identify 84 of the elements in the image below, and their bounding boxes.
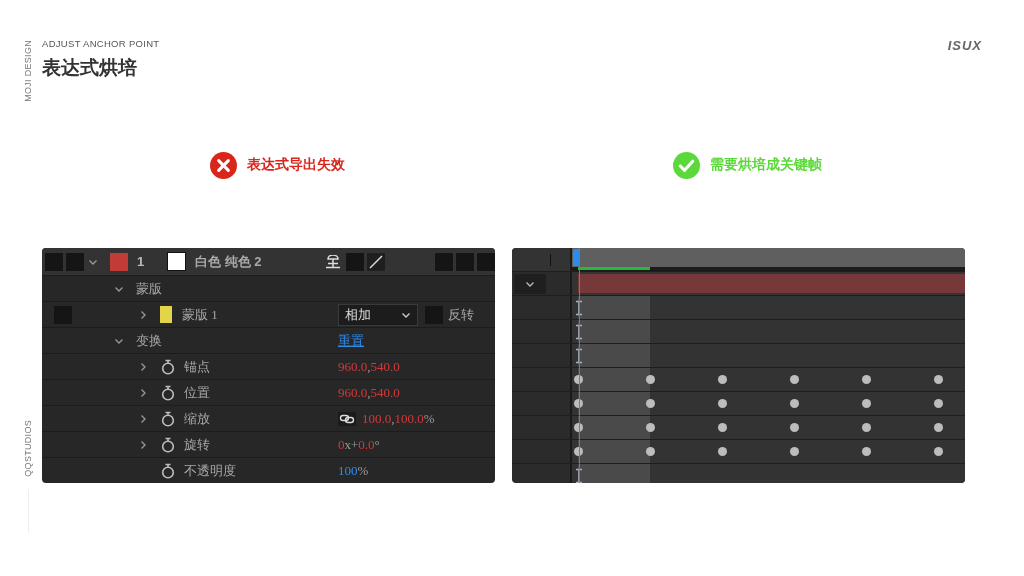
keyframe[interactable] [934, 447, 943, 456]
cached-region [578, 416, 650, 439]
keyframe[interactable] [862, 423, 871, 432]
static-value-icon [575, 348, 583, 364]
vertical-label: MOJI DESIGN [23, 40, 33, 102]
label-color-swatch[interactable] [110, 252, 129, 271]
layer-name[interactable]: 白色 纯色 2 [195, 252, 262, 271]
switch-icon[interactable] [435, 252, 453, 271]
switch-icon[interactable] [346, 252, 364, 271]
cached-region [578, 344, 650, 367]
property-name: 不透明度 [184, 461, 236, 480]
keyframe[interactable] [646, 423, 655, 432]
invert-label: 反转 [448, 305, 474, 324]
property-name: 位置 [184, 383, 210, 402]
cached-region [578, 440, 650, 463]
keyframe[interactable] [646, 447, 655, 456]
group-name: 蒙版 [136, 279, 162, 298]
keyframe[interactable] [790, 423, 799, 432]
switch-icon[interactable] [45, 252, 63, 271]
static-value-icon [575, 324, 583, 340]
reset-link[interactable]: 重置 [338, 331, 364, 350]
static-value-icon [575, 468, 583, 483]
chevron-right-icon[interactable] [138, 413, 148, 424]
property-name: 缩放 [184, 409, 210, 428]
cached-region [578, 320, 650, 343]
switch-icon[interactable] [66, 252, 84, 271]
chevron-right-icon[interactable] [138, 439, 148, 450]
keyframe[interactable] [862, 375, 871, 384]
switch-icon[interactable] [477, 252, 495, 271]
property-value[interactable]: 0x+0.0° [338, 436, 380, 453]
error-icon [209, 151, 237, 179]
keyframe[interactable] [646, 399, 655, 408]
property-value[interactable]: 100% [338, 462, 369, 479]
cached-region [578, 296, 650, 319]
slash-switch-icon[interactable] [367, 252, 385, 271]
static-value-icon [575, 300, 583, 316]
property-value[interactable]: 960.0,540.0 [338, 384, 400, 401]
caption: 需要烘培成关键帧 [709, 156, 822, 174]
keyframe[interactable] [718, 399, 727, 408]
keyframe[interactable] [646, 375, 655, 384]
stopwatch-icon[interactable] [160, 410, 176, 427]
time-ruler[interactable] [572, 248, 965, 271]
keyframe[interactable] [718, 447, 727, 456]
keyframe[interactable] [934, 423, 943, 432]
stopwatch-icon[interactable] [160, 358, 176, 375]
vertical-label: QQSTUDIOS [23, 419, 33, 477]
chevron-right-icon[interactable] [138, 309, 148, 320]
link-icon[interactable] [338, 411, 356, 426]
cached-region [578, 392, 650, 415]
layer-number: 1 [137, 254, 146, 269]
page-title: 表达式烘培 [42, 56, 138, 80]
property-name: 旋转 [184, 435, 210, 454]
cached-region [578, 368, 650, 391]
playhead[interactable] [573, 248, 581, 483]
shy-switch-icon[interactable] [325, 254, 341, 269]
stopwatch-icon[interactable] [160, 384, 176, 401]
stopwatch-icon[interactable] [160, 462, 176, 479]
keyframe[interactable] [718, 423, 727, 432]
switch-icon[interactable] [456, 252, 474, 271]
chevron-right-icon[interactable] [138, 361, 148, 372]
keyframe[interactable] [862, 447, 871, 456]
keyframe[interactable] [790, 375, 799, 384]
subtitle: ADJUST ANCHOR POINT [42, 38, 160, 49]
keyframe[interactable] [862, 399, 871, 408]
property-value[interactable]: 960.0,540.0 [338, 358, 400, 375]
property-name: 锚点 [184, 357, 210, 376]
property-value[interactable]: 100.0,100.0% [362, 410, 435, 427]
cached-region [578, 464, 650, 483]
menu-button[interactable] [514, 273, 546, 294]
check-icon [672, 151, 700, 179]
caption: 表达式导出失效 [246, 156, 345, 174]
mask-name[interactable]: 蒙版 1 [182, 305, 218, 324]
mode-dropdown[interactable]: 相加 [338, 303, 418, 326]
keyframe[interactable] [718, 375, 727, 384]
keyframe[interactable] [934, 375, 943, 384]
group-name: 变换 [136, 331, 162, 350]
keyframe[interactable] [934, 399, 943, 408]
keyframe[interactable] [790, 447, 799, 456]
mask-color-swatch[interactable] [160, 306, 172, 323]
brand-logo: ISUX [947, 38, 982, 53]
stopwatch-icon[interactable] [160, 436, 176, 453]
keyframe[interactable] [790, 399, 799, 408]
solid-thumbnail [167, 252, 187, 271]
chevron-right-icon[interactable] [138, 387, 148, 398]
